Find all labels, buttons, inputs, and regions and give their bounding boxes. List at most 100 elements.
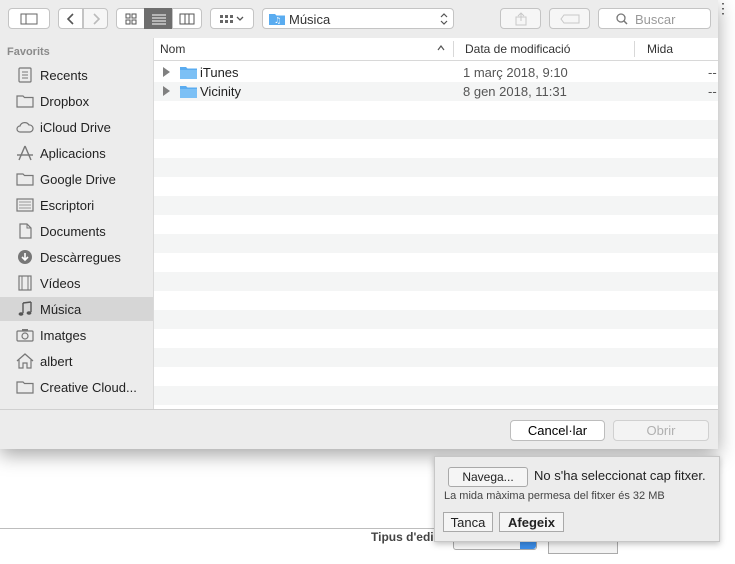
disclosure-triangle-icon[interactable] — [163, 67, 170, 77]
cloud-icon — [15, 118, 35, 136]
empty-row — [154, 101, 718, 120]
sidebar-item-desktop[interactable]: Escriptori — [0, 193, 153, 217]
icon-view-button[interactable] — [116, 8, 145, 29]
empty-row — [154, 386, 718, 405]
sidebar-item-label: Descàrregues — [40, 249, 121, 265]
list-view-button[interactable] — [144, 8, 173, 29]
edition-type-label: Tipus d'edició — [371, 530, 439, 544]
sidebar-item-label: Aplicacions — [40, 145, 106, 161]
empty-row — [154, 329, 718, 348]
share-button[interactable] — [500, 8, 541, 29]
sidebar-item-creative-cloud[interactable]: Creative Cloud... — [0, 375, 153, 399]
search-icon — [616, 13, 628, 25]
file-row-itunes[interactable]: iTunes 1 març 2018, 9:10 -- — [154, 63, 718, 82]
back-button[interactable] — [58, 8, 83, 29]
sidebar-item-label: Creative Cloud... — [40, 379, 137, 395]
open-button[interactable]: Obrir — [613, 420, 709, 441]
sidebar-item-label: iCloud Drive — [40, 119, 111, 135]
dialog-footer: Cancel·lar Obrir — [0, 409, 718, 449]
empty-row — [154, 234, 718, 253]
menu-icon: ⋮ — [716, 0, 730, 16]
film-icon — [15, 274, 35, 292]
close-button[interactable]: Tanca — [443, 512, 493, 532]
sidebar-item-images[interactable]: Imatges — [0, 323, 153, 347]
dialog-toolbar: ♫ Música — [0, 0, 718, 39]
tag-icon — [559, 14, 579, 23]
sidebar-item-label: Google Drive — [40, 171, 116, 187]
sidebar-item-dropbox[interactable]: Dropbox — [0, 89, 153, 113]
sidebar-item-label: albert — [40, 353, 73, 369]
column-header-size[interactable]: Mida — [647, 42, 673, 56]
column-divider — [453, 41, 454, 57]
home-icon — [15, 352, 35, 370]
empty-row — [154, 310, 718, 329]
empty-row — [154, 272, 718, 291]
empty-row — [154, 253, 718, 272]
sidebar-item-home[interactable]: albert — [0, 349, 153, 373]
tag-button[interactable] — [549, 8, 590, 29]
columns-icon — [179, 13, 195, 24]
grid-icon — [125, 13, 136, 24]
sidebar-item-documents[interactable]: Documents — [0, 219, 153, 243]
sidebar-item-label: Documents — [40, 223, 106, 239]
file-open-dialog: ♫ Música Favorits Recents Dropbox iCloud… — [0, 0, 718, 449]
music-icon — [15, 300, 35, 318]
sidebar-item-music[interactable]: Música — [0, 297, 153, 321]
location-popup[interactable]: ♫ Música — [262, 8, 454, 29]
sidebar-toggle-icon — [20, 13, 38, 24]
desktop-icon — [15, 196, 35, 214]
empty-row — [154, 139, 718, 158]
search-field[interactable] — [598, 8, 711, 29]
file-date: 1 març 2018, 9:10 — [463, 65, 568, 80]
empty-row — [154, 158, 718, 177]
empty-row — [154, 196, 718, 215]
empty-row — [154, 291, 718, 310]
folder-icon — [15, 92, 35, 110]
sidebar: Favorits Recents Dropbox iCloud Drive Ap… — [0, 38, 154, 409]
document-icon — [15, 222, 35, 240]
file-size: -- — [708, 65, 717, 80]
sidebar-item-recents[interactable]: Recents — [0, 63, 153, 87]
empty-row — [154, 120, 718, 139]
share-icon — [515, 11, 526, 25]
disclosure-triangle-icon[interactable] — [163, 86, 170, 96]
file-name: Vicinity — [200, 84, 241, 99]
camera-icon — [15, 326, 35, 344]
cancel-button[interactable]: Cancel·lar — [510, 420, 605, 441]
column-header-date[interactable]: Data de modificació — [465, 42, 570, 56]
column-view-button[interactable] — [172, 8, 202, 29]
empty-row — [154, 367, 718, 386]
sidebar-item-icloud-drive[interactable]: iCloud Drive — [0, 115, 153, 139]
folder-icon — [15, 378, 35, 396]
file-list: Nom Data de modificació Mida iTunes 1 ma… — [154, 38, 718, 409]
chevron-right-icon — [92, 12, 100, 25]
sidebar-section-favorites: Favorits — [7, 46, 50, 58]
empty-row — [154, 177, 718, 196]
sidebar-item-downloads[interactable]: Descàrregues — [0, 245, 153, 269]
location-label: Música — [289, 12, 331, 27]
search-input[interactable] — [633, 10, 711, 29]
upload-panel: Navega... No s'ha seleccionat cap fitxer… — [434, 456, 720, 542]
browse-button[interactable]: Navega... — [448, 467, 528, 487]
file-size: -- — [708, 84, 717, 99]
folder-icon — [15, 170, 35, 188]
sidebar-toggle-button[interactable] — [8, 8, 50, 29]
add-button[interactable]: Afegeix — [499, 512, 564, 532]
sidebar-item-label: Dropbox — [40, 93, 90, 109]
sort-ascending-icon — [437, 45, 445, 51]
sidebar-item-videos[interactable]: Vídeos — [0, 271, 153, 295]
file-row-vicinity[interactable]: Vicinity 8 gen 2018, 11:31 -- — [154, 82, 718, 101]
column-header-row: Nom Data de modificació Mida — [154, 38, 718, 61]
sidebar-item-applications[interactable]: Aplicacions — [0, 141, 153, 165]
recents-icon — [15, 66, 35, 84]
max-size-label: La mida màxima permesa del fitxer és 32 … — [444, 490, 665, 502]
sidebar-item-label: Imatges — [40, 327, 87, 343]
sidebar-item-label: Recents — [40, 67, 88, 83]
svg-text:♫: ♫ — [274, 16, 281, 25]
column-header-name[interactable]: Nom — [160, 42, 185, 56]
sidebar-item-label: Música — [40, 301, 82, 317]
arrange-button[interactable] — [210, 8, 254, 29]
music-folder-icon: ♫ — [269, 14, 285, 25]
sidebar-item-google-drive[interactable]: Google Drive — [0, 167, 153, 191]
forward-button[interactable] — [83, 8, 108, 29]
